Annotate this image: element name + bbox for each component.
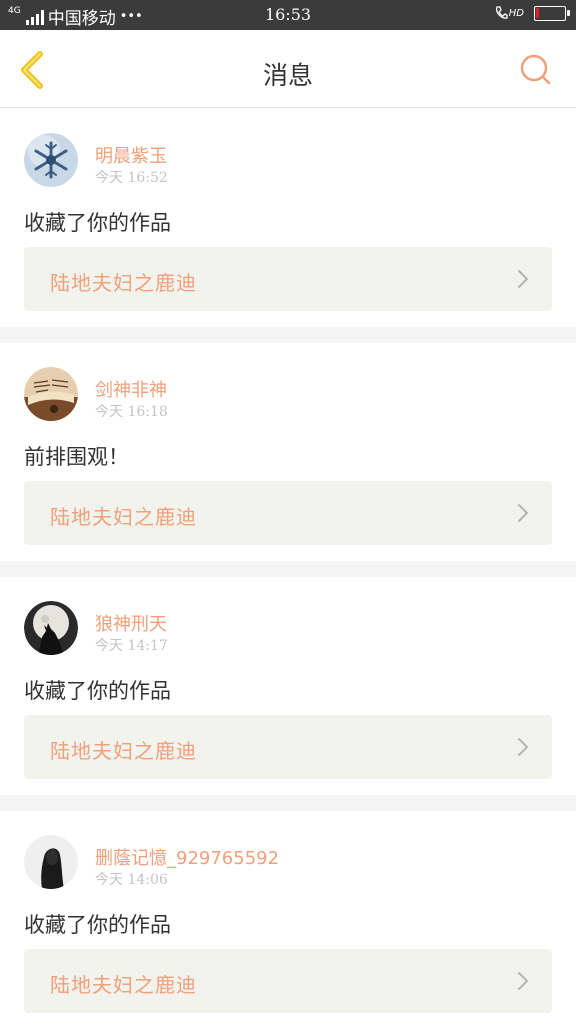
avatar[interactable] bbox=[24, 133, 78, 187]
username[interactable]: 明晨紫玉 bbox=[95, 142, 167, 168]
message-text: 收藏了你的作品 bbox=[24, 211, 171, 235]
chevron-right-icon bbox=[518, 504, 528, 522]
message-text: 收藏了你的作品 bbox=[24, 913, 171, 937]
book-avatar bbox=[24, 367, 78, 421]
battery-level bbox=[536, 7, 539, 18]
battery-icon bbox=[534, 5, 570, 21]
username[interactable]: 剑神非神 bbox=[95, 376, 167, 402]
message-text: 收藏了你的作品 bbox=[24, 679, 171, 703]
work-link[interactable]: 陆地夫妇之鹿迪 bbox=[24, 247, 552, 311]
search-icon bbox=[520, 54, 551, 85]
status-right: HD bbox=[494, 5, 570, 21]
chevron-right-icon bbox=[518, 972, 528, 990]
divider bbox=[0, 327, 576, 343]
timestamp: 今天 14:17 bbox=[95, 638, 168, 654]
divider bbox=[0, 795, 576, 811]
back-button[interactable] bbox=[14, 48, 54, 92]
work-title: 陆地夫妇之鹿迪 bbox=[50, 973, 197, 997]
girl-silhouette-avatar bbox=[24, 835, 78, 889]
work-link[interactable]: 陆地夫妇之鹿迪 bbox=[24, 481, 552, 545]
timestamp: 今天 16:52 bbox=[95, 170, 168, 186]
nav-header: 消息 bbox=[0, 30, 576, 108]
work-title: 陆地夫妇之鹿迪 bbox=[50, 271, 197, 295]
search-button[interactable] bbox=[518, 52, 554, 88]
work-title: 陆地夫妇之鹿迪 bbox=[50, 505, 197, 529]
message-card: 剑神非神 今天 16:18 前排围观！ 陆地夫妇之鹿迪 bbox=[0, 343, 576, 561]
message-card: 删蔭记憶_929765592 今天 14:06 收藏了你的作品 陆地夫妇之鹿迪 bbox=[0, 811, 576, 1024]
status-clock: 16:53 bbox=[264, 5, 312, 24]
avatar[interactable] bbox=[24, 367, 78, 421]
avatar[interactable] bbox=[24, 835, 78, 889]
timestamp: 今天 16:18 bbox=[95, 404, 168, 420]
hd-label: HD bbox=[508, 7, 524, 19]
page-title: 消息 bbox=[262, 61, 313, 90]
avatar[interactable] bbox=[24, 601, 78, 655]
message-card: 狼神刑天 今天 14:17 收藏了你的作品 陆地夫妇之鹿迪 bbox=[0, 577, 576, 795]
work-link[interactable]: 陆地夫妇之鹿迪 bbox=[24, 715, 552, 779]
username[interactable]: 删蔭记憶_929765592 bbox=[95, 844, 279, 870]
phone-hd-icon: HD bbox=[494, 5, 524, 21]
work-link[interactable]: 陆地夫妇之鹿迪 bbox=[24, 949, 552, 1013]
timestamp: 今天 14:06 bbox=[95, 872, 168, 888]
message-card: 明晨紫玉 今天 16:52 收藏了你的作品 陆地夫妇之鹿迪 bbox=[0, 109, 576, 327]
work-title: 陆地夫妇之鹿迪 bbox=[50, 739, 197, 763]
username[interactable]: 狼神刑天 bbox=[95, 610, 167, 636]
wolf-moon-avatar bbox=[24, 601, 78, 655]
message-text: 前排围观！ bbox=[24, 445, 129, 469]
divider bbox=[0, 561, 576, 577]
status-bar: 4G 中国移动 ••• 16:53 HD bbox=[0, 0, 576, 30]
chevron-left-icon bbox=[21, 51, 43, 89]
message-list: 明晨紫玉 今天 16:52 收藏了你的作品 陆地夫妇之鹿迪 剑神非神 今天 16… bbox=[0, 109, 576, 1024]
chevron-right-icon bbox=[518, 738, 528, 756]
snowflake-avatar bbox=[24, 133, 78, 187]
chevron-right-icon bbox=[518, 270, 528, 288]
